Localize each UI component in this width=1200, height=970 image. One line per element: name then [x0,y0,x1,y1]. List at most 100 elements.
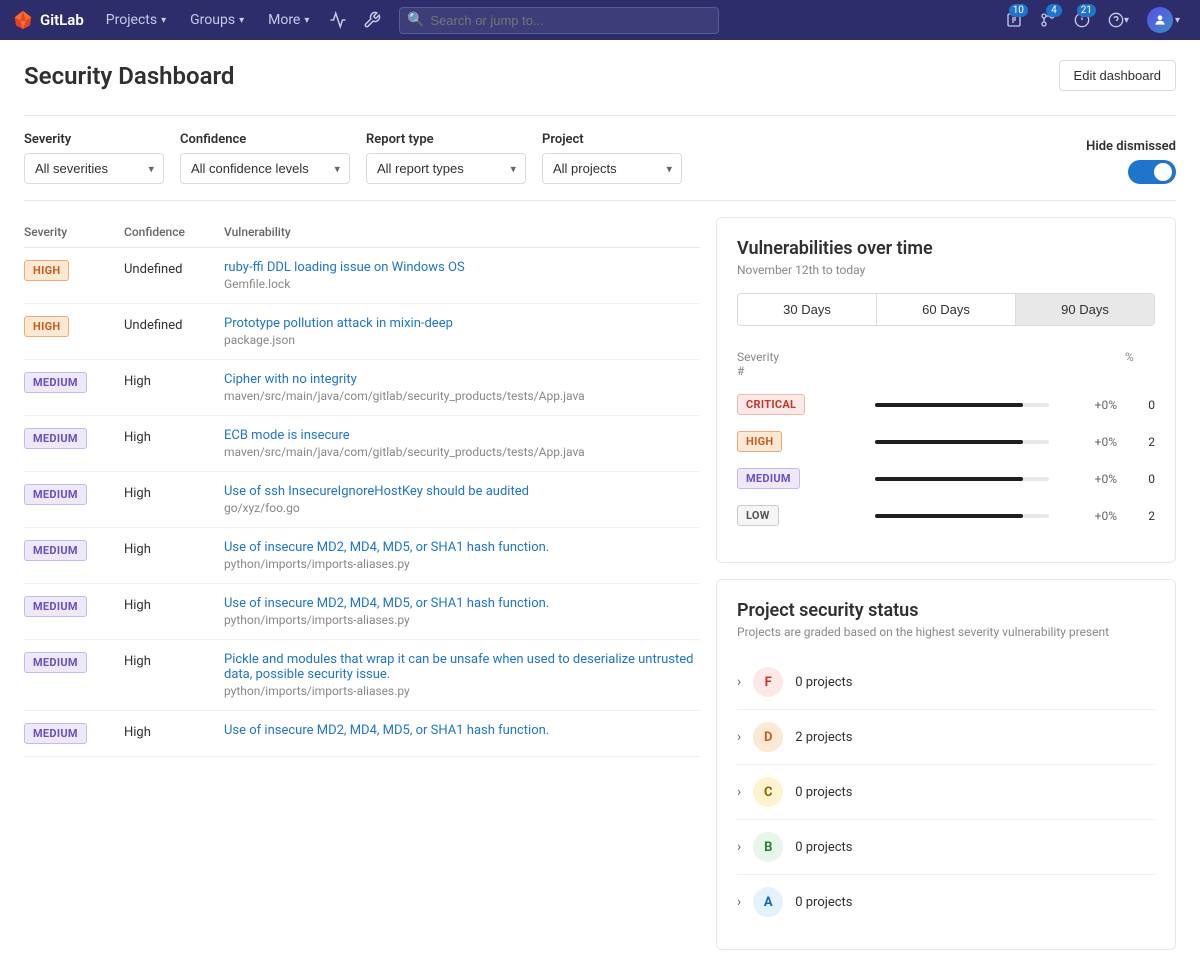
vuln-over-time-subtitle: November 12th to today [737,263,1155,277]
severity-cell: MEDIUM [24,652,124,673]
chevron-right-icon: › [737,894,741,910]
severity-select[interactable]: All severities [24,153,164,184]
severity-stat-badge: LOW [737,505,867,526]
grade-rows: › F 0 projects › D 2 projects › C 0 proj… [737,655,1155,929]
activity-icon[interactable] [323,0,353,40]
vulnerability-cell: Cipher with no integrity maven/src/main/… [224,372,700,403]
progress-bar-container [875,440,1049,444]
vuln-name[interactable]: Use of insecure MD2, MD4, MD5, or SHA1 h… [224,723,700,738]
avatar-chevron: ▾ [1175,15,1180,26]
severity-rows: CRITICAL +0% 0 HIGH +0% 2 MEDIUM +0% 0 L… [737,394,1155,526]
table-row[interactable]: HIGH Undefined ruby-ffi DDL loading issu… [24,248,700,304]
confidence-cell: Undefined [124,316,224,333]
project-grade-row[interactable]: › D 2 projects [737,710,1155,765]
severity-badge: MEDIUM [24,596,87,617]
main-content: Security Dashboard Edit dashboard Severi… [0,40,1200,970]
vuln-name[interactable]: Prototype pollution attack in mixin-deep [224,316,700,331]
vulnerabilities-over-time-card: Vulnerabilities over time November 12th … [716,217,1176,563]
table-row[interactable]: MEDIUM High Pickle and modules that wrap… [24,640,700,711]
vuln-name[interactable]: Use of insecure MD2, MD4, MD5, or SHA1 h… [224,540,700,555]
right-panel: Vulnerabilities over time November 12th … [716,217,1176,950]
table-row[interactable]: MEDIUM High Use of ssh InsecureIgnoreHos… [24,472,700,528]
severity-count: 0 [1125,472,1155,486]
table-row[interactable]: HIGH Undefined Prototype pollution attac… [24,304,700,360]
hide-dismissed-group: Hide dismissed [1086,139,1176,184]
help-button[interactable]: ▾ [1100,0,1137,40]
progress-bar-fill [875,403,1023,407]
table-row[interactable]: MEDIUM High Cipher with no integrity mav… [24,360,700,416]
vuln-file: maven/src/main/java/com/gitlab/security_… [224,389,700,403]
brand-logo[interactable]: GitLab [12,9,84,31]
table-row[interactable]: MEDIUM High Use of insecure MD2, MD4, MD… [24,584,700,640]
brand-name: GitLab [40,11,84,29]
avatar [1147,7,1173,33]
vuln-name[interactable]: ruby-ffi DDL loading issue on Windows OS [224,260,700,275]
severity-stat-row: CRITICAL +0% 0 [737,394,1155,415]
severity-cell: MEDIUM [24,484,124,505]
chevron-right-icon: › [737,729,741,745]
vuln-over-time-title: Vulnerabilities over time [737,238,1155,259]
confidence-label: Confidence [180,132,350,147]
vuln-file: go/xyz/foo.go [224,501,700,515]
project-grade-row[interactable]: › B 0 projects [737,820,1155,875]
issues-button[interactable]: 21 [1066,0,1098,40]
project-grade-row[interactable]: › A 0 projects [737,875,1155,929]
sev-header-count: # [737,364,1065,378]
severity-cell: MEDIUM [24,596,124,617]
severity-cell: HIGH [24,316,124,337]
report-type-select[interactable]: All report types [366,153,526,184]
merge-request-button[interactable]: 4 [1032,0,1064,40]
page-title: Security Dashboard [24,62,234,90]
project-security-card: Project security status Projects are gra… [716,579,1176,950]
severity-pct: +0% [1057,509,1117,523]
vulnerability-cell: Use of insecure MD2, MD4, MD5, or SHA1 h… [224,723,700,740]
vuln-name[interactable]: Use of insecure MD2, MD4, MD5, or SHA1 h… [224,596,700,611]
confidence-cell: High [124,372,224,389]
progress-bar-container [875,403,1049,407]
nav-projects[interactable]: Projects ▾ [96,0,176,40]
wrench-icon[interactable] [357,0,387,40]
project-select[interactable]: All projects [542,153,682,184]
edit-dashboard-button[interactable]: Edit dashboard [1059,60,1176,91]
severity-count: 2 [1125,435,1155,449]
severity-badge: HIGH [24,316,69,337]
tab-90-days[interactable]: 90 Days [1016,294,1154,325]
filters-row: Severity All severities Confidence All c… [24,115,1176,201]
severity-stat-badge: HIGH [737,431,867,452]
confidence-cell: High [124,428,224,445]
table-row[interactable]: MEDIUM High Use of insecure MD2, MD4, MD… [24,711,700,757]
vuln-name[interactable]: Pickle and modules that wrap it can be u… [224,652,700,682]
table-row[interactable]: MEDIUM High Use of insecure MD2, MD4, MD… [24,528,700,584]
vuln-name[interactable]: Cipher with no integrity [224,372,700,387]
table-row[interactable]: MEDIUM High ECB mode is insecure maven/s… [24,416,700,472]
severity-stat-row: MEDIUM +0% 0 [737,468,1155,489]
severity-filter: Severity All severities [24,132,164,184]
search-container: 🔍 [399,7,719,34]
vulnerability-cell: ECB mode is insecure maven/src/main/java… [224,428,700,459]
vuln-file: python/imports/imports-aliases.py [224,684,700,698]
vuln-name[interactable]: Use of ssh InsecureIgnoreHostKey should … [224,484,700,499]
severity-stat-row: HIGH +0% 2 [737,431,1155,452]
severity-stat-badge: MEDIUM [737,468,867,489]
vulnerability-cell: Use of insecure MD2, MD4, MD5, or SHA1 h… [224,540,700,571]
vulnerability-cell: ruby-ffi DDL loading issue on Windows OS… [224,260,700,291]
hide-dismissed-toggle[interactable] [1128,160,1176,184]
search-input[interactable] [399,7,719,34]
avatar-button[interactable]: ▾ [1139,0,1188,40]
severity-select-wrapper: All severities [24,153,164,184]
report-type-select-wrapper: All report types [366,153,526,184]
tab-30-days[interactable]: 30 Days [738,294,877,325]
progress-bar-container [875,477,1049,481]
nav-more[interactable]: More ▾ [258,0,319,40]
project-grade-row[interactable]: › F 0 projects [737,655,1155,710]
nav-groups[interactable]: Groups ▾ [180,0,254,40]
progress-bar-fill [875,477,1023,481]
vulnerability-table: HIGH Undefined ruby-ffi DDL loading issu… [24,248,700,757]
grade-circle: C [753,777,783,807]
todo-button[interactable]: 10 [998,0,1030,40]
vuln-name[interactable]: ECB mode is insecure [224,428,700,443]
tab-60-days[interactable]: 60 Days [877,294,1016,325]
confidence-select[interactable]: All confidence levels [180,153,350,184]
vulnerability-cell: Use of insecure MD2, MD4, MD5, or SHA1 h… [224,596,700,627]
project-grade-row[interactable]: › C 0 projects [737,765,1155,820]
